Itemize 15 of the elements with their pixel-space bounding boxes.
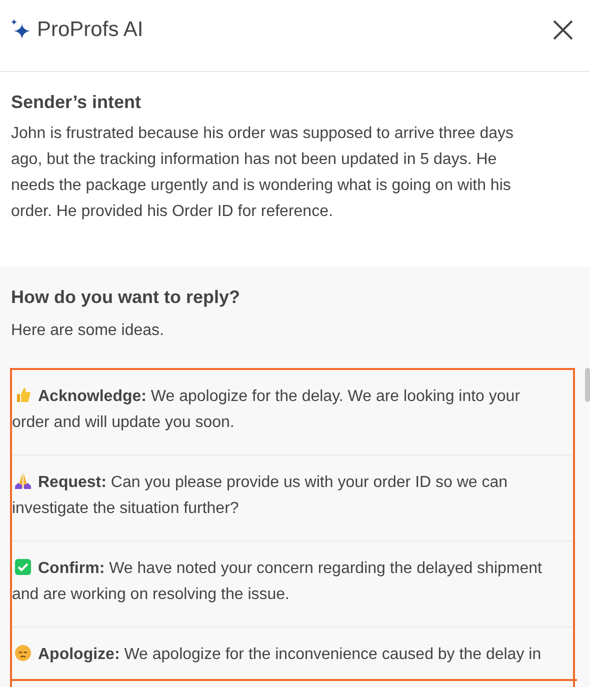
reply-suggestion[interactable]: Request: Can you please provide us with your order ID so we can investigate the situation further? <box>12 456 573 542</box>
intent-summary: John is frustrated because his order was supposed to arrive three days ago, but the tracking information has not been updated in 5 days. He needs the package urgently and is wondering what is going on with his order. He provided his Order ID for reference. <box>11 124 514 222</box>
sad-face-icon <box>14 644 32 662</box>
section-heading: Sender’s intent <box>11 92 142 113</box>
folded-hands-icon <box>14 472 32 490</box>
check-box-icon <box>14 558 32 576</box>
close-button[interactable] <box>552 18 574 40</box>
scrollbar-thumb[interactable] <box>585 368 590 402</box>
ideas-subtitle: Here are some ideas. <box>11 322 165 340</box>
panel-title: ProProfs AI <box>37 18 144 42</box>
sparkle-icon <box>10 18 32 40</box>
thumbs-up-icon <box>14 386 32 404</box>
reply-suggestion[interactable]: Acknowledge: We apologize for the delay. We are looking into your order and will update you soon. <box>12 370 573 456</box>
section-heading: How do you want to reply? <box>11 287 241 308</box>
reply-suggestion[interactable]: Confirm: We have noted your concern regarding the delayed shipment and are working on resolving the issue. <box>12 542 573 628</box>
